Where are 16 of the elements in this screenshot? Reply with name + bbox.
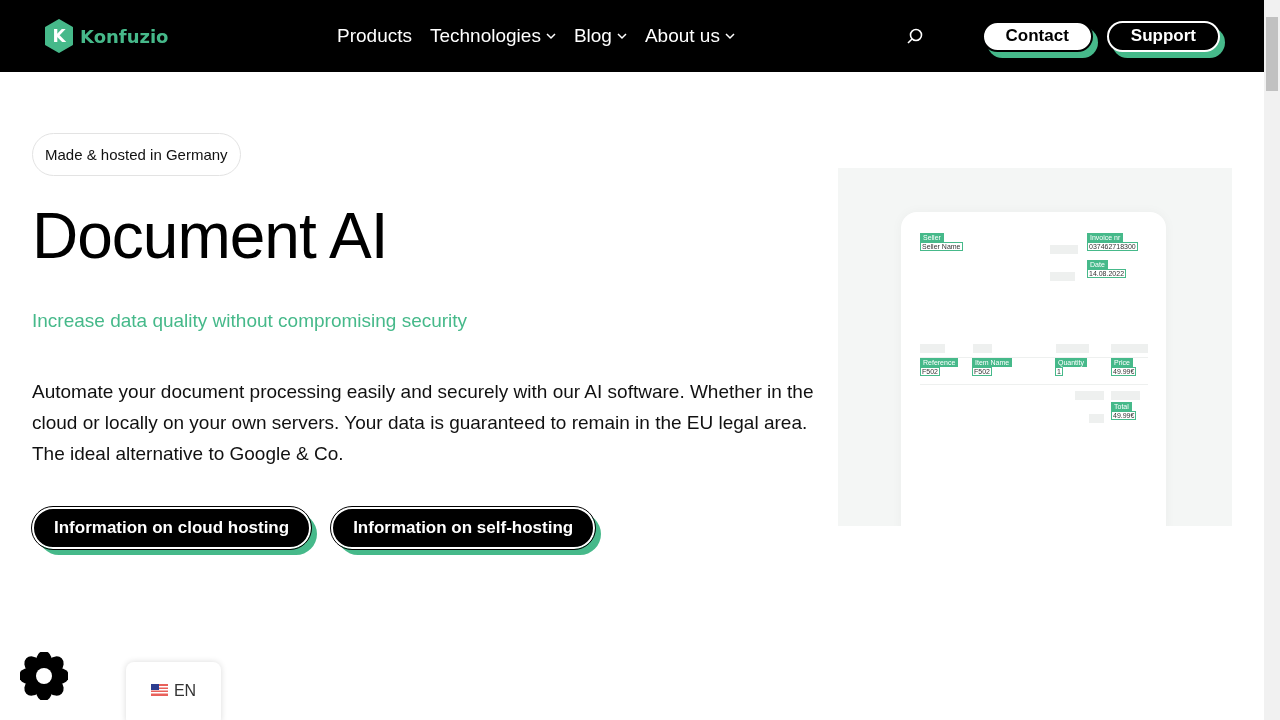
caret-icon: [724, 32, 735, 40]
caret-icon: [616, 32, 627, 40]
nav-link[interactable]: Blog: [573, 25, 627, 47]
description: Automate your document processing easily and securely with our AI software. Whether in the cloud or locally on your own servers. Your data is guaranteed to remain in the EU legal area. The ideal alternative to Google & Co.: [32, 380, 815, 466]
nav-link[interactable]: Technologies: [430, 25, 556, 47]
brand-name[interactable]: Konfuzio: [80, 25, 169, 47]
nav-link[interactable]: About us: [644, 25, 735, 47]
subtitle: Increase data quality without compromising security: [32, 310, 469, 332]
page-title: Document AI: [32, 199, 389, 274]
caret-icon: [545, 32, 556, 40]
nav-link[interactable]: Products: [337, 25, 412, 47]
flower-icon[interactable]: [20, 652, 68, 700]
scrollbar[interactable]: [1264, 0, 1280, 720]
flag-icon: [150, 684, 168, 696]
language-selector[interactable]: EN: [126, 662, 221, 720]
search-icon[interactable]: [905, 27, 924, 45]
